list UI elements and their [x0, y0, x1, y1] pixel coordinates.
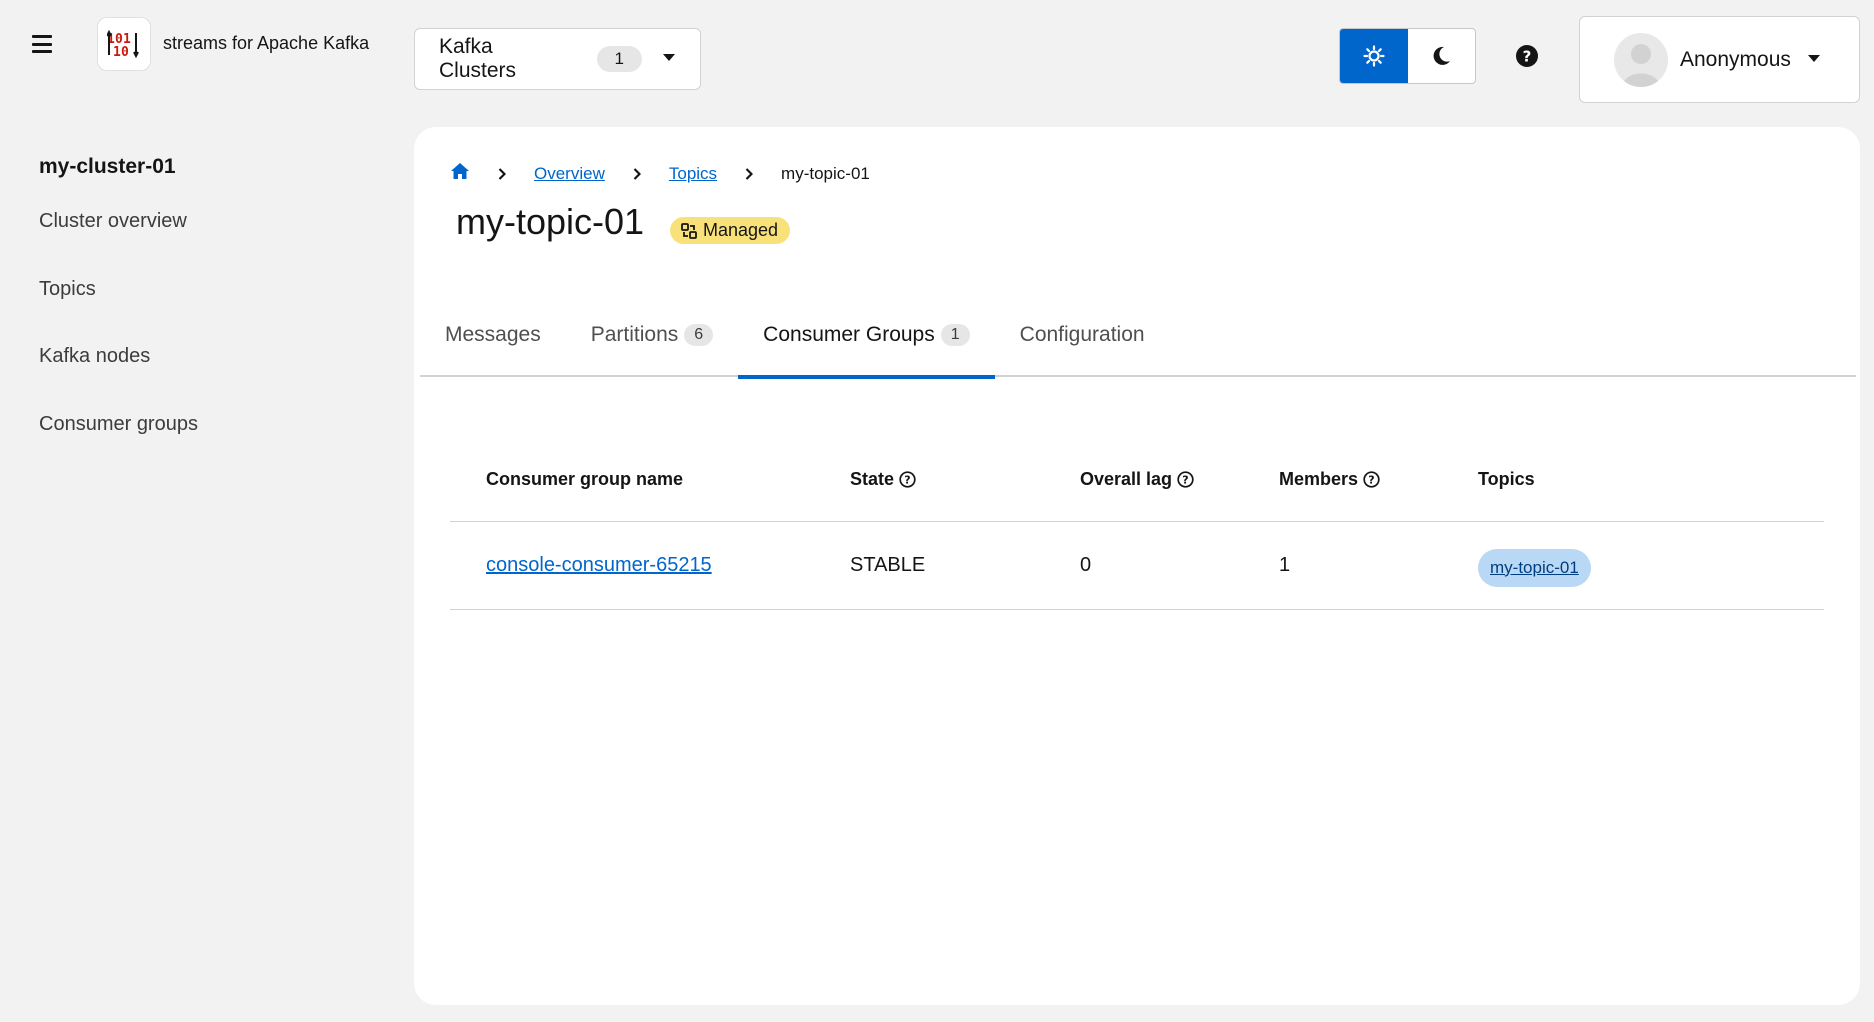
column-header-label: State [850, 468, 895, 489]
column-header-label: Topics [1478, 468, 1535, 489]
tab-label: Messages [445, 323, 541, 346]
chevron-right-icon [633, 167, 641, 180]
breadcrumb: Overview Topics my-topic-01 [450, 162, 870, 185]
chevron-right-icon [498, 167, 506, 180]
column-header-label: Consumer group name [486, 468, 684, 489]
svg-text:?: ? [904, 473, 910, 486]
svg-text:?: ? [1523, 48, 1532, 66]
user-name: Anonymous [1680, 47, 1791, 71]
app-name: streams for Apache Kafka [163, 33, 370, 53]
help-icon[interactable]: ? [1515, 44, 1539, 68]
cell-topics: my-topic-01 [1478, 545, 1778, 587]
column-header-topics: Topics [1478, 469, 1778, 490]
column-header-state: State ? [850, 469, 1080, 490]
managed-badge-label: Managed [703, 220, 779, 240]
tab-label: Partitions [590, 323, 679, 346]
breadcrumb-current: my-topic-01 [781, 163, 870, 183]
cluster-count-badge: 1 [596, 46, 642, 72]
sidebar-item-kafka-nodes[interactable]: Kafka nodes [39, 345, 150, 368]
tab-consumer-groups[interactable]: Consumer Groups 1 [738, 293, 996, 379]
topic-chip[interactable]: my-topic-01 [1478, 548, 1591, 587]
tab-count-badge: 6 [684, 324, 714, 346]
kafka-clusters-select[interactable]: Kafka Clusters 1 [414, 28, 701, 90]
home-icon[interactable] [450, 162, 470, 185]
sidebar-cluster-name: my-cluster-01 [39, 155, 176, 178]
topic-link[interactable]: my-topic-01 [1490, 558, 1579, 577]
breadcrumb-topics-link[interactable]: Topics [669, 164, 717, 184]
hamburger-menu-icon[interactable] [30, 32, 54, 56]
breadcrumb-overview-link[interactable]: Overview [534, 164, 605, 184]
table-row: console-consumer-65215 STABLE 0 1 my-top… [450, 522, 1824, 610]
svg-text:0: 0 [121, 45, 129, 59]
theme-toggle [1339, 28, 1476, 84]
consumer-group-link[interactable]: console-consumer-65215 [486, 554, 712, 576]
svg-text:?: ? [1368, 473, 1374, 486]
dark-theme-button[interactable] [1408, 29, 1476, 83]
tab-partitions[interactable]: Partitions 6 [566, 293, 738, 377]
column-header-label: Members [1279, 468, 1359, 489]
tab-count-badge: 1 [940, 324, 970, 346]
column-header-label: Overall lag [1080, 468, 1173, 489]
page-title: my-topic-01 [456, 201, 645, 242]
column-header-members: Members ? [1279, 469, 1478, 490]
cell-members: 1 [1279, 554, 1291, 576]
main-card: Overview Topics my-topic-01 my-topic-01 … [414, 127, 1860, 1005]
moon-icon [1433, 46, 1451, 65]
consumer-groups-table: Consumer group name State ? Overall lag … [450, 407, 1824, 610]
avatar [1614, 32, 1668, 87]
column-header-name: Consumer group name [450, 469, 850, 490]
help-circle-icon[interactable]: ? [1363, 470, 1380, 488]
managed-badge: Managed [670, 217, 791, 244]
sidebar-item-cluster-overview[interactable]: Cluster overview [39, 210, 187, 233]
tab-label: Consumer Groups [763, 323, 935, 346]
managed-icon [681, 222, 697, 239]
help-circle-icon[interactable]: ? [899, 470, 916, 488]
caret-down-icon [1807, 51, 1821, 69]
table-header: Consumer group name State ? Overall lag … [450, 407, 1824, 522]
svg-text:1: 1 [113, 45, 121, 59]
brand-logo: 1 0 1 1 0 [97, 17, 151, 71]
cell-lag: 0 [1080, 554, 1092, 576]
svg-text:?: ? [1182, 473, 1188, 486]
light-theme-button[interactable] [1340, 29, 1408, 83]
cell-name: console-consumer-65215 [450, 554, 850, 577]
sidebar-item-consumer-groups[interactable]: Consumer groups [39, 413, 198, 436]
tab-label: Configuration [1019, 323, 1145, 346]
column-header-overall-lag: Overall lag ? [1080, 469, 1279, 490]
sidebar-item-topics[interactable]: Topics [39, 278, 96, 301]
topic-tabs: Messages Partitions 6 Consumer Groups 1 … [420, 293, 1856, 379]
kafka-logo-icon: 1 0 1 1 0 [107, 29, 139, 59]
cluster-select-label: Kafka Clusters [439, 35, 517, 82]
tab-messages[interactable]: Messages [420, 293, 566, 377]
help-circle-icon[interactable]: ? [1177, 470, 1194, 488]
cell-state: STABLE [850, 554, 926, 576]
sun-icon [1363, 45, 1385, 67]
user-menu[interactable]: Anonymous [1579, 16, 1860, 103]
tab-configuration[interactable]: Configuration [995, 293, 1170, 377]
caret-down-icon [662, 50, 676, 68]
chevron-right-icon [745, 167, 754, 180]
